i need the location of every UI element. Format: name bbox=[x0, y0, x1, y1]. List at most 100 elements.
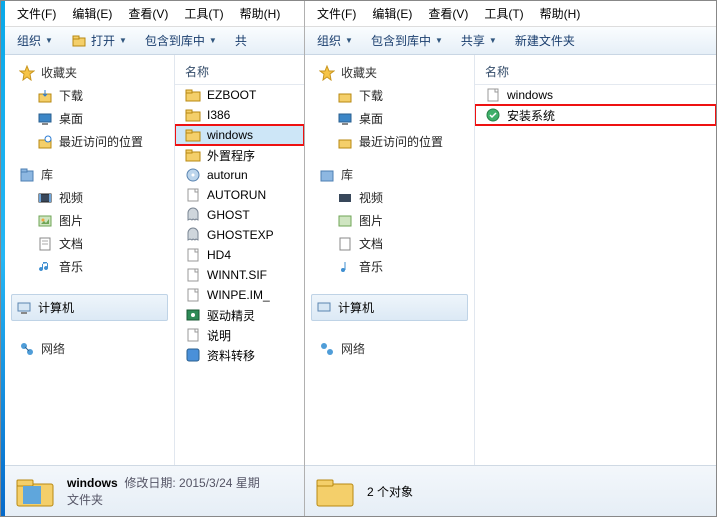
file-icon bbox=[185, 267, 201, 283]
file-name: WINPE.IM_ bbox=[207, 288, 270, 302]
nav-music[interactable]: 音乐 bbox=[305, 255, 474, 278]
share-button[interactable]: 共享▼ bbox=[453, 30, 505, 51]
file-name: windows bbox=[207, 128, 253, 142]
nav-documents[interactable]: 文档 bbox=[305, 232, 474, 255]
nav-computer[interactable]: 计算机 bbox=[11, 294, 168, 321]
nav-music[interactable]: 音乐 bbox=[5, 255, 174, 278]
nav-recent[interactable]: 最近访问的位置 bbox=[305, 130, 474, 153]
file-row[interactable]: 说明 bbox=[175, 325, 304, 345]
status-bar: windows 修改日期: 2015/3/24 星期 文件夹 bbox=[5, 465, 304, 516]
favorites-group[interactable]: 收藏夹 bbox=[305, 61, 474, 84]
videos-icon bbox=[337, 190, 353, 206]
file-name: windows bbox=[507, 88, 553, 102]
menu-tools[interactable]: 工具(T) bbox=[478, 3, 529, 24]
file-name: 外置程序 bbox=[207, 147, 255, 164]
file-row[interactable]: I386 bbox=[175, 105, 304, 125]
nav-pictures[interactable]: 图片 bbox=[5, 209, 174, 232]
menu-view[interactable]: 查看(V) bbox=[122, 3, 174, 24]
documents-icon bbox=[337, 236, 353, 252]
file-name: 资料转移 bbox=[207, 347, 255, 364]
file-row[interactable]: WINNT.SIF bbox=[175, 265, 304, 285]
favorites-group[interactable]: 收藏夹 bbox=[5, 61, 174, 84]
column-name[interactable]: 名称 bbox=[475, 59, 716, 85]
file-name: 说明 bbox=[207, 327, 231, 344]
desktop-icon bbox=[337, 111, 353, 127]
menu-help[interactable]: 帮助(H) bbox=[234, 3, 287, 24]
file-name: GHOST bbox=[207, 208, 250, 222]
file-row[interactable]: GHOSTEXP bbox=[175, 225, 304, 245]
libraries-group[interactable]: 库 bbox=[305, 163, 474, 186]
file-name: GHOSTEXP bbox=[207, 228, 274, 242]
menu-view[interactable]: 查看(V) bbox=[422, 3, 474, 24]
library-icon bbox=[319, 167, 335, 183]
nav-videos[interactable]: 视频 bbox=[305, 186, 474, 209]
status-bar: 2 个对象 bbox=[305, 465, 716, 516]
nav-network[interactable]: 网络 bbox=[305, 337, 474, 360]
file-icon bbox=[185, 187, 201, 203]
menu-edit[interactable]: 编辑(E) bbox=[366, 3, 418, 24]
star-icon bbox=[319, 65, 335, 81]
organize-button[interactable]: 组织▼ bbox=[9, 30, 61, 51]
file-row[interactable]: GHOST bbox=[175, 205, 304, 225]
explorer-window-right: 文件(F) 编辑(E) 查看(V) 工具(T) 帮助(H) 组织▼ 包含到库中▼… bbox=[305, 1, 716, 516]
file-row[interactable]: windows bbox=[475, 85, 716, 105]
computer-icon bbox=[16, 300, 32, 316]
share-button[interactable]: 共 bbox=[227, 30, 255, 51]
nav-documents[interactable]: 文档 bbox=[5, 232, 174, 255]
file-row[interactable]: EZBOOT bbox=[175, 85, 304, 105]
status-title: windows bbox=[67, 476, 118, 490]
libraries-group[interactable]: 库 bbox=[5, 163, 174, 186]
menu-edit[interactable]: 编辑(E) bbox=[66, 3, 118, 24]
nav-desktop[interactable]: 桌面 bbox=[5, 107, 174, 130]
status-count: 2 个对象 bbox=[367, 483, 413, 500]
nav-computer[interactable]: 计算机 bbox=[311, 294, 468, 321]
nav-network[interactable]: 网络 bbox=[5, 337, 174, 360]
file-row[interactable]: WINPE.IM_ bbox=[175, 285, 304, 305]
file-name: HD4 bbox=[207, 248, 231, 262]
nav-videos[interactable]: 视频 bbox=[5, 186, 174, 209]
folder-icon bbox=[313, 472, 357, 510]
file-name: EZBOOT bbox=[207, 88, 256, 102]
file-icon bbox=[185, 327, 201, 343]
file-row[interactable]: 资料转移 bbox=[175, 345, 304, 365]
pictures-icon bbox=[37, 213, 53, 229]
nav-recent[interactable]: 最近访问的位置 bbox=[5, 130, 174, 153]
desktop-icon bbox=[37, 111, 53, 127]
file-row[interactable]: 外置程序 bbox=[175, 145, 304, 165]
open-button[interactable]: 打开▼ bbox=[63, 30, 135, 51]
network-icon bbox=[319, 341, 335, 357]
toolbar: 组织▼ 打开▼ 包含到库中▼ 共 bbox=[5, 27, 304, 55]
status-type: 文件夹 bbox=[67, 491, 260, 508]
nav-downloads[interactable]: 下载 bbox=[305, 84, 474, 107]
column-name[interactable]: 名称 bbox=[175, 59, 304, 85]
file-row[interactable]: HD4 bbox=[175, 245, 304, 265]
recent-icon bbox=[37, 134, 53, 150]
file-name: WINNT.SIF bbox=[207, 268, 267, 282]
recent-icon bbox=[337, 134, 353, 150]
ghost-icon bbox=[185, 207, 201, 223]
menu-help[interactable]: 帮助(H) bbox=[534, 3, 587, 24]
nav-pictures[interactable]: 图片 bbox=[305, 209, 474, 232]
nav-desktop[interactable]: 桌面 bbox=[305, 107, 474, 130]
include-button[interactable]: 包含到库中▼ bbox=[137, 30, 225, 51]
file-row[interactable]: AUTORUN bbox=[175, 185, 304, 205]
file-row[interactable]: 驱动精灵 bbox=[175, 305, 304, 325]
organize-button[interactable]: 组织▼ bbox=[309, 30, 361, 51]
file-icon bbox=[485, 87, 501, 103]
file-row[interactable]: 安装系统 bbox=[475, 105, 716, 125]
include-button[interactable]: 包含到库中▼ bbox=[363, 30, 451, 51]
menu-tools[interactable]: 工具(T) bbox=[178, 3, 229, 24]
folder-icon bbox=[13, 472, 57, 510]
nav-downloads[interactable]: 下载 bbox=[5, 84, 174, 107]
ghost-icon bbox=[185, 227, 201, 243]
computer-icon bbox=[316, 300, 332, 316]
nav-pane: 收藏夹 下载 桌面 最近访问的位置 库 视频 图片 文档 音乐 计算机 网络 bbox=[5, 55, 175, 465]
file-row[interactable]: windows bbox=[175, 125, 304, 145]
new-folder-button[interactable]: 新建文件夹 bbox=[507, 30, 583, 51]
menu-file[interactable]: 文件(F) bbox=[311, 3, 362, 24]
file-row[interactable]: autorun bbox=[175, 165, 304, 185]
menu-file[interactable]: 文件(F) bbox=[11, 3, 62, 24]
file-name: 安装系统 bbox=[507, 107, 555, 124]
drv-icon bbox=[185, 307, 201, 323]
music-icon bbox=[37, 259, 53, 275]
